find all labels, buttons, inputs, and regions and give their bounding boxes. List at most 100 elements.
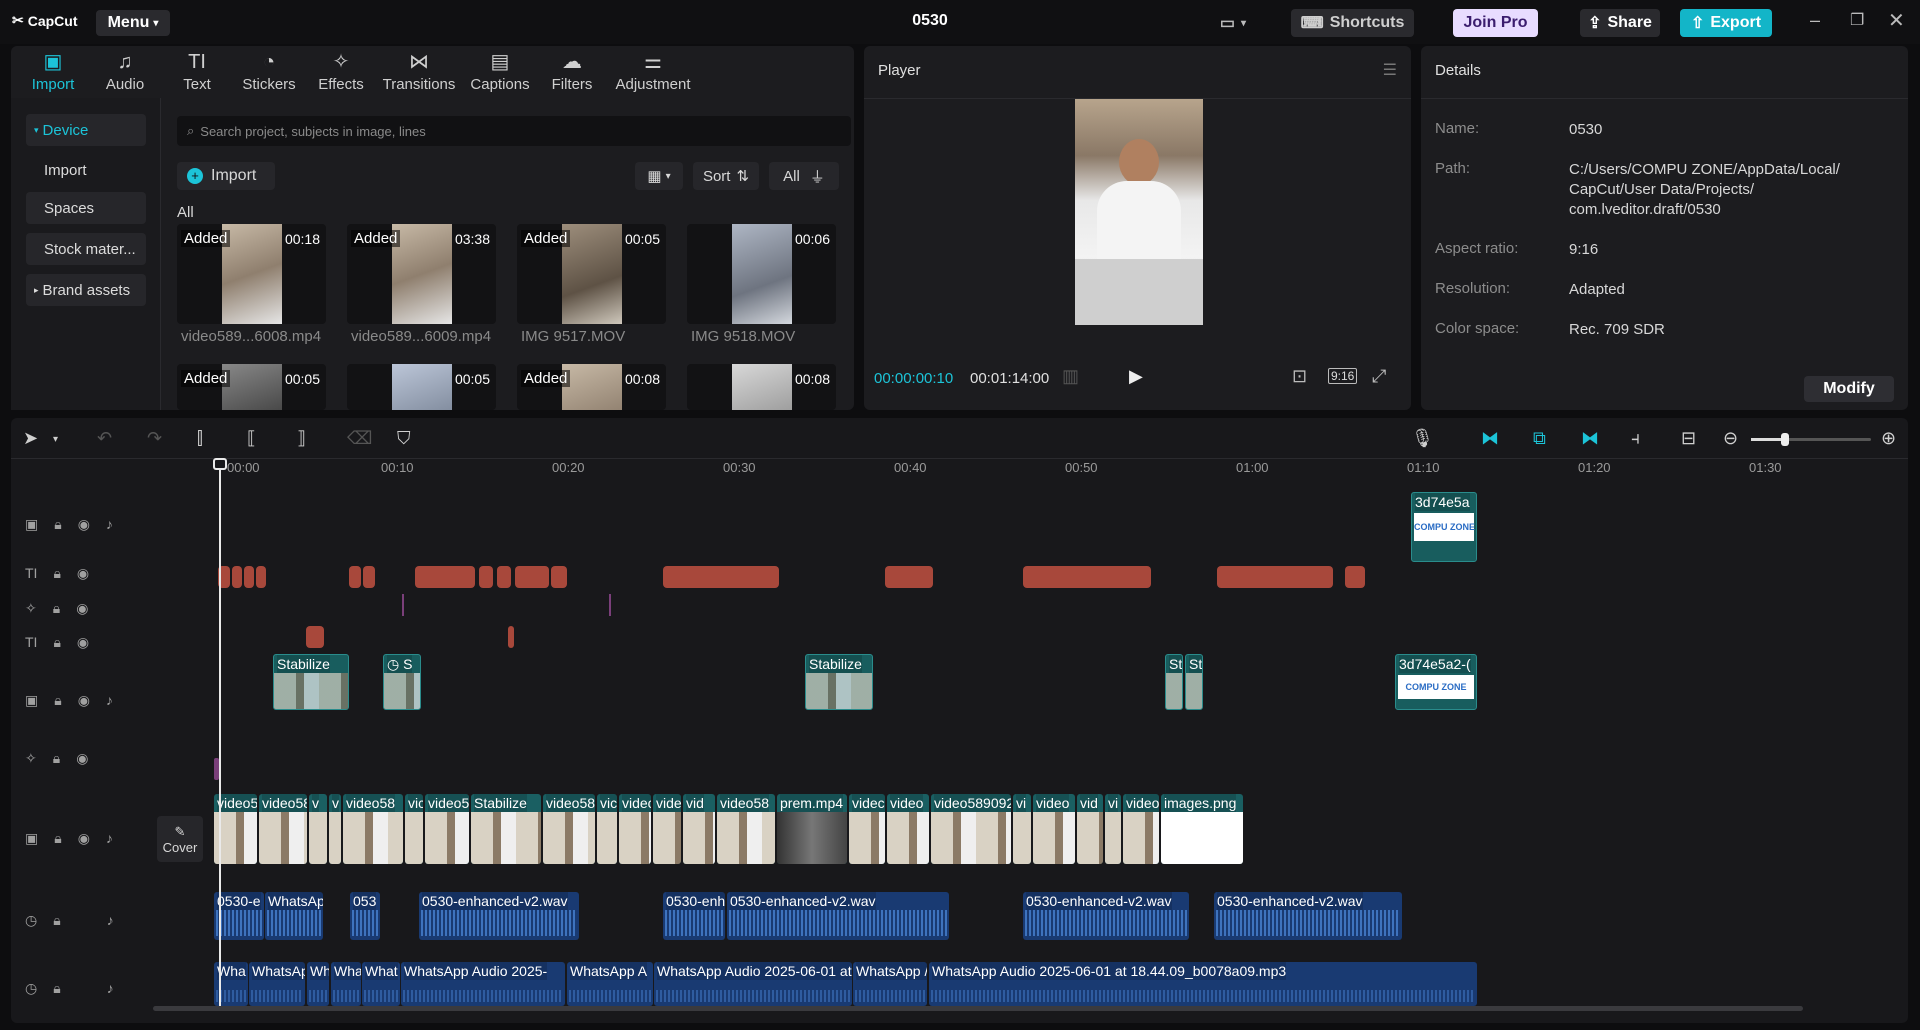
lock-icon[interactable]: 🔒︎ bbox=[54, 516, 61, 533]
audio-clip[interactable]: WhatsAp bbox=[265, 892, 323, 940]
audio-clip[interactable]: WhatsApp / bbox=[853, 962, 927, 1006]
audio-clip[interactable]: 0530-enhanced-v2.wav bbox=[1023, 892, 1189, 940]
media-item[interactable]: 00:08 bbox=[687, 364, 836, 410]
media-item[interactable]: 00:05 bbox=[347, 364, 496, 410]
play-button[interactable]: ▶ bbox=[1129, 366, 1143, 387]
media-search-input[interactable]: ⌕ Search project, subjects in image, line… bbox=[177, 116, 851, 146]
timeline-clip[interactable]: vide bbox=[653, 794, 681, 864]
audio-clip[interactable]: WhatsApp Audio 2025-06-01 at 18.44.09 bbox=[654, 962, 852, 1006]
timeline-clip[interactable]: St bbox=[1165, 654, 1183, 710]
timeline-clip[interactable]: Stabilize bbox=[471, 794, 541, 864]
text-clip[interactable] bbox=[1023, 566, 1151, 588]
shield-icon[interactable]: ⛉ bbox=[397, 428, 411, 449]
timeline-clip[interactable]: vid bbox=[683, 794, 715, 864]
zoom-in-icon[interactable]: ⊕ bbox=[1881, 428, 1896, 449]
tab-adjustment[interactable]: ⚌ Adjustment bbox=[605, 46, 701, 98]
media-item[interactable]: 00:06 bbox=[687, 224, 836, 324]
zoom-slider[interactable] bbox=[1751, 433, 1871, 446]
audio-clip[interactable]: WhatsApp Audio 2025- bbox=[401, 962, 565, 1006]
text-clip[interactable] bbox=[232, 566, 242, 588]
lock-icon[interactable]: 🔒︎ bbox=[54, 692, 61, 709]
timeline-clip[interactable]: video589092 bbox=[931, 794, 1011, 864]
eye-icon[interactable]: ◉ bbox=[78, 516, 90, 533]
audio-clip[interactable]: WhatsApp Audio 2025-06-01 at 18.44.09_b0… bbox=[929, 962, 1477, 1006]
player-menu-icon[interactable]: ☰ bbox=[1383, 60, 1397, 80]
timeline-clip[interactable]: images.png bbox=[1161, 794, 1243, 864]
minimize-icon[interactable]: – bbox=[1810, 10, 1820, 31]
text-clip[interactable] bbox=[244, 566, 254, 588]
text-clip[interactable] bbox=[363, 566, 375, 588]
share-button[interactable]: ⇪ Share bbox=[1580, 9, 1660, 37]
text-clip[interactable] bbox=[885, 566, 933, 588]
timeline-clip[interactable]: video5 bbox=[425, 794, 469, 864]
timeline-clip[interactable]: vi bbox=[1105, 794, 1121, 864]
timeline-clip[interactable]: video bbox=[1033, 794, 1075, 864]
audio-clip[interactable]: 0530-enhanced-v2.wav bbox=[727, 892, 949, 940]
media-item[interactable]: Added 03:38 bbox=[347, 224, 496, 324]
timeline-clip[interactable]: v bbox=[309, 794, 327, 864]
timeline-clip[interactable]: St bbox=[1185, 654, 1203, 710]
text-clip[interactable] bbox=[306, 626, 324, 648]
audio-clip[interactable]: 0530-enhanced-v2.wav bbox=[1214, 892, 1402, 940]
timeline-clip[interactable]: video58 bbox=[717, 794, 775, 864]
timeline-clip[interactable]: v bbox=[329, 794, 341, 864]
text-clip[interactable] bbox=[515, 566, 549, 588]
chevron-down-icon[interactable]: ▾ bbox=[53, 434, 58, 445]
timeline-clip[interactable]: vi bbox=[1013, 794, 1031, 864]
timeline-clip[interactable]: videc bbox=[619, 794, 651, 864]
waveform-toggle-icon[interactable]: ▥ bbox=[1062, 366, 1079, 387]
eye-icon[interactable]: ◉ bbox=[77, 634, 89, 651]
speaker-icon[interactable]: ♪ bbox=[107, 980, 114, 997]
text-clip[interactable] bbox=[497, 566, 511, 588]
speaker-icon[interactable]: ♪ bbox=[107, 912, 114, 929]
eye-icon[interactable]: ◉ bbox=[77, 565, 89, 582]
sidebar-item-stock-material[interactable]: Stock mater... bbox=[26, 233, 146, 265]
export-button[interactable]: ⇧ Export bbox=[1680, 9, 1772, 37]
audio-clip[interactable]: WhatsApp A bbox=[567, 962, 653, 1006]
tab-text[interactable]: TI Text bbox=[161, 46, 233, 98]
timeline-clip[interactable]: 3d74e5a2-(COMPU ZONE bbox=[1395, 654, 1477, 710]
timeline-clip[interactable]: videc bbox=[849, 794, 885, 864]
audio-clip[interactable]: Wha bbox=[331, 962, 361, 1006]
tab-audio[interactable]: ♫ Audio bbox=[89, 46, 161, 98]
audio-clip[interactable]: What bbox=[362, 962, 400, 1006]
eye-icon[interactable]: ◉ bbox=[78, 830, 90, 847]
lock-icon[interactable]: 🔒︎ bbox=[53, 750, 60, 767]
eye-icon[interactable]: ◉ bbox=[78, 692, 90, 709]
split-icon[interactable]: ⫿ bbox=[197, 428, 203, 449]
speaker-icon[interactable]: ♪ bbox=[106, 830, 113, 847]
text-clip[interactable] bbox=[1217, 566, 1333, 588]
speaker-icon[interactable]: ♪ bbox=[106, 516, 113, 533]
microphone-icon[interactable]: 🎙 bbox=[1411, 428, 1434, 449]
sort-button[interactable]: Sort ⇅ bbox=[693, 162, 759, 190]
layout-button[interactable]: ▭ ▾ bbox=[1208, 9, 1258, 37]
tab-transitions[interactable]: ⋈ Transitions bbox=[377, 46, 461, 98]
close-icon[interactable]: ✕ bbox=[1888, 8, 1905, 33]
zoom-out-icon[interactable]: ⊖ bbox=[1723, 428, 1738, 449]
timeline-clip[interactable]: vic bbox=[405, 794, 423, 864]
shortcuts-button[interactable]: ⌨ Shortcuts bbox=[1291, 9, 1414, 37]
timeline-clip[interactable]: ◷ S bbox=[383, 654, 421, 710]
restore-icon[interactable]: ❐ bbox=[1850, 10, 1864, 30]
timeline-clip[interactable]: vid bbox=[1077, 794, 1103, 864]
media-item[interactable]: Added 00:08 bbox=[517, 364, 666, 410]
timeline-clip[interactable]: video58 bbox=[543, 794, 595, 864]
view-toggle-button[interactable]: ▦ ▾ bbox=[635, 162, 683, 190]
split-left-icon[interactable]: ⟦ bbox=[247, 428, 256, 449]
media-item[interactable]: Added 00:18 bbox=[177, 224, 326, 324]
filter-button[interactable]: All ⏚ bbox=[769, 162, 839, 190]
video-preview[interactable] bbox=[1075, 99, 1203, 325]
cover-button[interactable]: ✎ Cover bbox=[157, 816, 203, 862]
timeline-clip[interactable]: Stabilize bbox=[805, 654, 873, 710]
timeline-clip[interactable]: Stabilize bbox=[273, 654, 349, 710]
main-track-magnet-icon[interactable]: ⧓ bbox=[1481, 428, 1499, 449]
import-button[interactable]: + Import bbox=[177, 162, 275, 190]
audio-clip[interactable]: Wh bbox=[307, 962, 329, 1006]
undo-icon[interactable]: ↶ bbox=[97, 428, 112, 449]
tab-captions[interactable]: ▤ Captions bbox=[461, 46, 539, 98]
timeline-clip[interactable]: prem.mp4 bbox=[777, 794, 847, 864]
audio-clip[interactable]: WhatsApp bbox=[249, 962, 305, 1006]
tab-stickers[interactable]: ◔ Stickers bbox=[233, 46, 305, 98]
text-clip[interactable] bbox=[508, 626, 514, 648]
effect-marker[interactable] bbox=[609, 594, 611, 616]
